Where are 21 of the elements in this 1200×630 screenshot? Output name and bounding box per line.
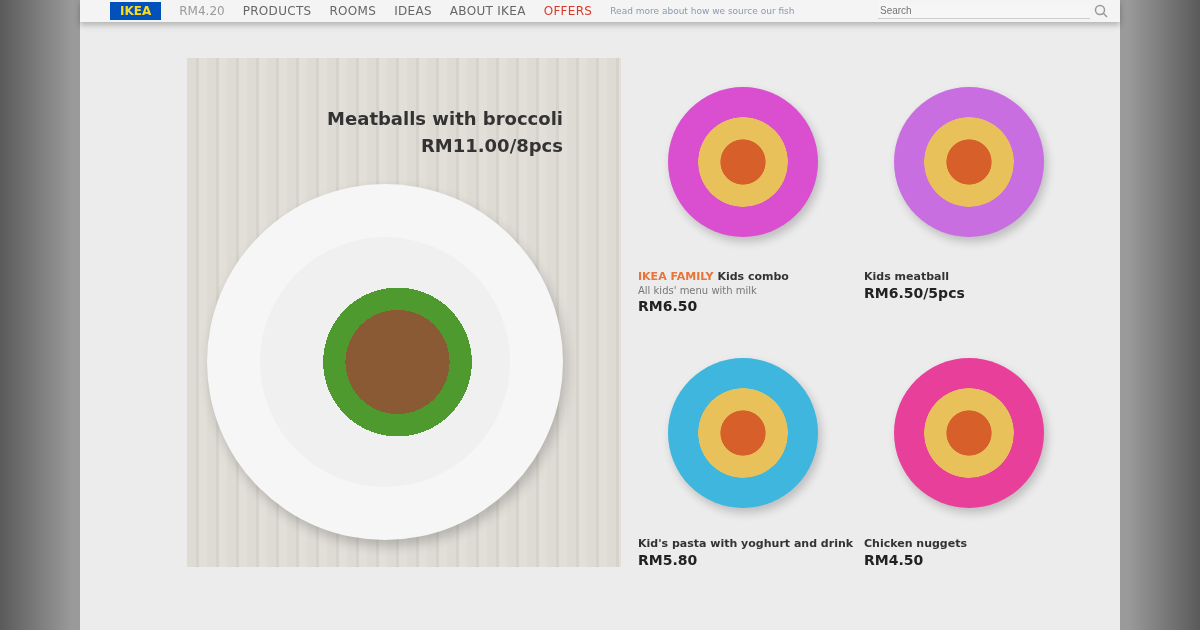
dish-title: Kid's pasta with yoghurt and drink	[638, 537, 855, 550]
dish-title: IKEA FAMILY Kids combo	[638, 270, 790, 283]
nav-link[interactable]: IDEAS	[394, 4, 432, 18]
dish-price: RM5.80	[638, 552, 699, 568]
notice-link[interactable]: Read more about how we source our fish	[610, 6, 795, 16]
dish-price: RM6.50	[638, 298, 699, 314]
price-hint: RM4.20	[179, 4, 225, 18]
nav-link[interactable]: OFFERS	[543, 4, 593, 18]
nav-link[interactable]: ROOMS	[329, 4, 377, 18]
dish-title: Meatballs with broccoli	[327, 108, 563, 129]
dish-title: Chicken nuggets	[864, 537, 968, 550]
search-icon[interactable]	[1094, 4, 1108, 18]
nav-link[interactable]: PRODUCTS	[242, 4, 312, 18]
search-field[interactable]: Search	[878, 3, 1090, 19]
dish-title: Kids meatball	[864, 270, 950, 283]
nav-link[interactable]: ABOUT IKEA	[449, 4, 526, 18]
dish-note: All kids' menu with milk	[638, 285, 758, 296]
dish-price: RM6.50/5pcs	[864, 285, 966, 301]
ikea-logo[interactable]: IKEA	[110, 2, 162, 20]
dish-price: RM4.50	[864, 552, 925, 568]
dish-price: RM11.00/8pcs	[419, 135, 563, 156]
